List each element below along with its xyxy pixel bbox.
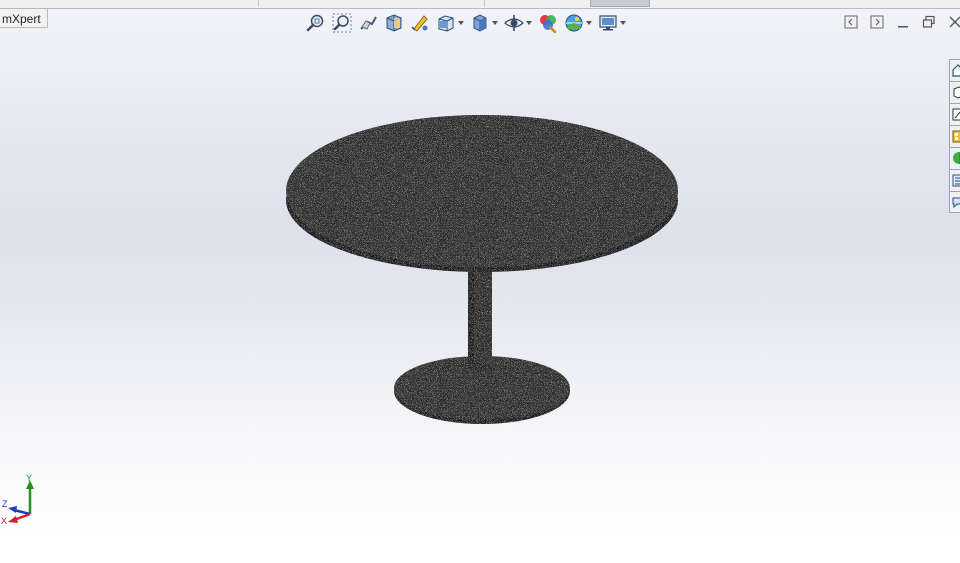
home-icon (952, 64, 960, 77)
heads-up-view-toolbar (305, 11, 627, 35)
task-pane-tab-file-explorer[interactable] (949, 103, 960, 125)
close-button[interactable] (946, 13, 960, 31)
minimize-button[interactable] (894, 13, 912, 31)
previous-view-icon (360, 16, 377, 30)
forum-icon (952, 197, 960, 209)
section-view-button[interactable] (383, 12, 405, 34)
document-tab-strip (0, 0, 960, 9)
apply-scene-button[interactable] (563, 12, 585, 34)
view-orientation-button[interactable] (435, 12, 457, 34)
table-model[interactable] (270, 100, 690, 435)
chevron-down-icon (526, 21, 532, 25)
task-pane-tab-resources[interactable] (949, 59, 960, 81)
view-settings-dropdown[interactable] (619, 12, 627, 34)
task-pane-tabs (949, 59, 960, 213)
display-style-button[interactable] (469, 12, 491, 34)
dynamic-annotation-button[interactable] (409, 12, 431, 34)
zoom-to-fit-icon (306, 14, 324, 32)
active-document-tab[interactable] (590, 0, 650, 7)
zoom-to-area-icon (332, 13, 352, 33)
minimize-icon (898, 26, 908, 28)
task-pane-tab-forum[interactable] (949, 191, 960, 213)
tile-left-button[interactable] (842, 13, 860, 31)
design-library-icon (953, 86, 960, 99)
hide-show-items-icon (504, 15, 524, 31)
table-model-render (286, 115, 678, 424)
task-pane-tab-appearances[interactable] (949, 147, 960, 169)
section-view-icon (386, 14, 402, 32)
custom-properties-icon (952, 174, 960, 187)
file-explorer-icon (952, 108, 960, 121)
restore-button[interactable] (920, 13, 938, 31)
chevron-down-icon (458, 21, 464, 25)
tab-separator (258, 0, 259, 7)
tabletop (286, 115, 678, 272)
apply-scene-dropdown[interactable] (585, 12, 593, 34)
edit-appearance-icon (540, 15, 557, 33)
apply-scene-icon (565, 14, 583, 32)
axis-triad-icon: Y Z X (1, 473, 34, 526)
dynamic-annotation-icon (411, 15, 428, 32)
graphics-area[interactable]: mXpert Y Z X (0, 0, 960, 563)
hide-show-items-button[interactable] (503, 12, 525, 34)
chevron-down-icon (492, 21, 498, 25)
view-settings-icon (599, 15, 617, 31)
task-pane-tab-view-palette[interactable] (949, 125, 960, 147)
triad-z-label: Z (2, 499, 8, 509)
view-orientation-dropdown[interactable] (457, 12, 465, 34)
command-manager-tab-label: mXpert (2, 12, 41, 26)
restore-icon (922, 15, 935, 28)
zoom-to-fit-button[interactable] (305, 12, 327, 34)
tab-separator (484, 0, 485, 7)
table-column (468, 260, 492, 371)
task-pane-tab-design-library[interactable] (949, 81, 960, 103)
chevron-down-icon (586, 21, 592, 25)
window-controls (842, 13, 960, 31)
edit-appearance-button[interactable] (537, 12, 559, 34)
triad-x-label: X (1, 516, 7, 526)
hide-show-items-dropdown[interactable] (525, 12, 533, 34)
task-pane-tab-custom-properties[interactable] (949, 169, 960, 191)
view-palette-icon (952, 130, 960, 143)
previous-view-button[interactable] (357, 12, 379, 34)
tile-right-button[interactable] (868, 13, 886, 31)
tile-right-icon (870, 15, 884, 29)
display-style-dropdown[interactable] (491, 12, 499, 34)
close-icon (949, 16, 960, 28)
triad-y-label: Y (26, 473, 32, 483)
reference-triad[interactable]: Y Z X (0, 472, 50, 537)
appearances-icon (953, 152, 960, 164)
zoom-to-area-button[interactable] (331, 12, 353, 34)
display-style-icon (473, 14, 487, 32)
tile-left-icon (844, 15, 858, 29)
view-orientation-icon (438, 15, 454, 32)
command-manager-tab[interactable]: mXpert (0, 8, 48, 28)
view-settings-button[interactable] (597, 12, 619, 34)
chevron-down-icon (620, 21, 626, 25)
